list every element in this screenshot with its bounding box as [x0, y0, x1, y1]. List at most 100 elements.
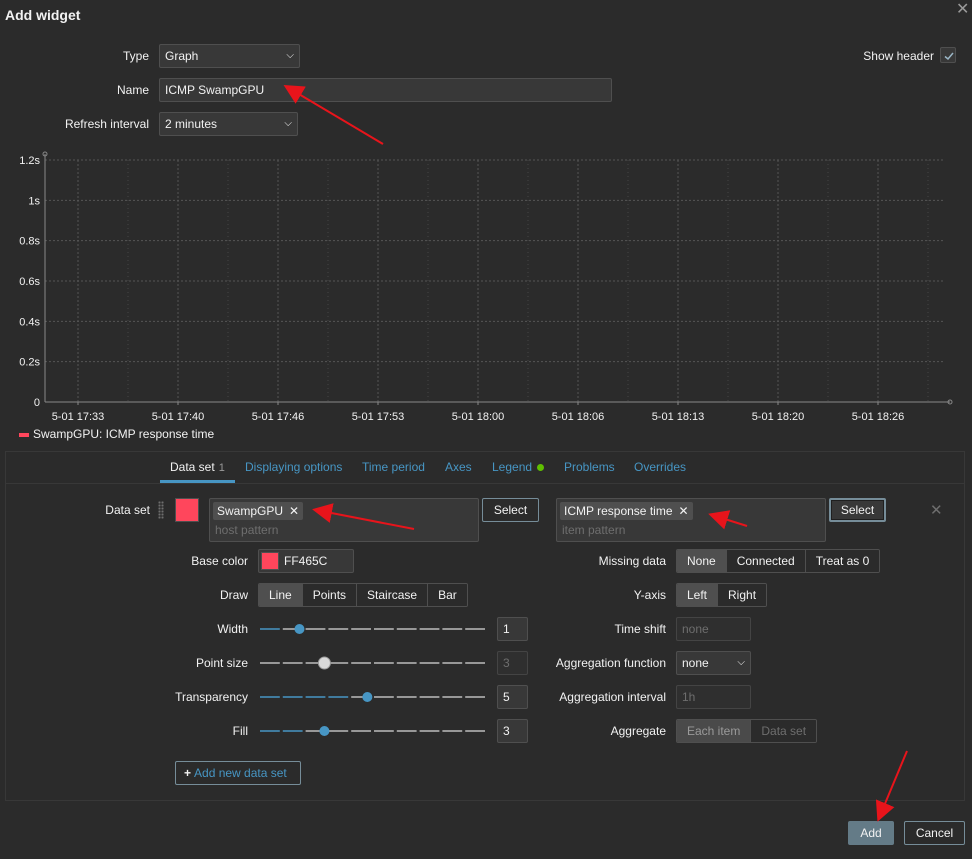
tab-displaying-options[interactable]: Displaying options	[245, 460, 342, 474]
aggregation-interval-input[interactable]: 1h	[676, 685, 751, 709]
aggregation-interval-label: Aggregation interval	[559, 690, 666, 704]
refresh-interval-select[interactable]: 2 minutes ⌵	[159, 112, 298, 136]
remove-dataset-icon[interactable]: ✕	[930, 501, 943, 519]
base-color-label: Base color	[191, 554, 248, 568]
y-tick-label: 0.4s	[19, 316, 40, 328]
host-pattern-placeholder[interactable]: host pattern	[215, 523, 278, 537]
y-tick-label: 0.6s	[19, 276, 40, 288]
draw-label: Draw	[219, 588, 248, 602]
x-tick-label: 5-01 18:00	[452, 411, 505, 423]
y-axis-segmented-control[interactable]: Left Right	[676, 583, 768, 607]
tab-problems[interactable]: Problems	[564, 460, 615, 474]
y-axis-label: Y-axis	[633, 588, 666, 602]
draw-option-points[interactable]: Points	[302, 584, 358, 606]
type-label: Type	[122, 49, 149, 63]
chevron-down-icon: ⌵	[737, 657, 745, 668]
chevron-down-icon: ⌵	[286, 50, 294, 61]
fill-slider[interactable]	[259, 722, 488, 740]
add-button[interactable]: Add	[848, 821, 894, 845]
aggregate-segmented-control[interactable]: Each item Data set	[676, 719, 818, 743]
slider-handle[interactable]	[294, 624, 305, 634]
transparency-input[interactable]: 5	[497, 685, 528, 709]
point-size-input[interactable]: 3	[497, 651, 528, 675]
checkmark-icon	[944, 52, 954, 61]
status-dot-icon	[537, 464, 545, 472]
x-tick-label: 5-01 18:26	[852, 411, 905, 423]
aggregate-option-data-set[interactable]: Data set	[751, 720, 817, 742]
y-axis-option-left[interactable]: Left	[677, 584, 719, 606]
tabs-divider	[6, 483, 964, 484]
draw-segmented-control[interactable]: Line Points Staircase Bar	[258, 583, 468, 607]
tab-overrides[interactable]: Overrides	[634, 460, 686, 474]
graph-preview: 1.2s 1s 0.8s 0.6s 0.4s 0.2s 0 5-01 17:33 5-01 1…	[19, 151, 953, 423]
type-value: Graph	[165, 49, 199, 63]
graph-legend: SwampGPU: ICMP response time	[19, 427, 214, 441]
host-select-button[interactable]: Select	[482, 498, 539, 522]
aggregation-function-value: none	[682, 656, 709, 670]
y-tick-label: 1s	[28, 195, 40, 207]
tab-data-set[interactable]: Data set 1	[170, 460, 225, 474]
aggregation-function-select[interactable]: none ⌵	[676, 651, 751, 675]
y-axis-option-right[interactable]: Right	[718, 584, 767, 606]
type-select[interactable]: Graph ⌵	[159, 44, 300, 68]
host-chip: SwampGPU ✕	[213, 502, 304, 520]
draw-option-staircase[interactable]: Staircase	[357, 584, 429, 606]
slider-handle[interactable]	[317, 656, 331, 670]
x-tick-label: 5-01 18:20	[752, 411, 805, 423]
point-size-slider[interactable]	[259, 654, 488, 672]
item-chip-label: ICMP response time	[564, 504, 673, 518]
tab-axes[interactable]: Axes	[445, 460, 472, 474]
transparency-label: Transparency	[175, 690, 248, 704]
base-color-swatch[interactable]	[261, 552, 279, 570]
x-tick-label: 5-01 17:33	[52, 411, 105, 423]
tab-legend[interactable]: Legend	[492, 460, 545, 474]
missing-data-option-connected[interactable]: Connected	[726, 550, 806, 572]
time-shift-label: Time shift	[614, 622, 666, 636]
dataset-color-picker[interactable]	[175, 498, 199, 522]
drag-handle-icon[interactable]	[158, 501, 164, 519]
add-new-dataset-button[interactable]: + Add new data set	[175, 761, 301, 785]
fill-label: Fill	[232, 724, 248, 738]
item-select-button[interactable]: Select	[829, 498, 886, 522]
name-input[interactable]: ICMP SwampGPU	[159, 78, 612, 102]
item-pattern-placeholder[interactable]: item pattern	[562, 523, 625, 537]
transparency-slider[interactable]	[259, 688, 488, 706]
slider-handle[interactable]	[319, 726, 330, 736]
chevron-down-icon: ⌵	[284, 118, 292, 129]
tab-time-period[interactable]: Time period	[362, 460, 425, 474]
remove-chip-icon[interactable]: ✕	[679, 504, 689, 518]
missing-data-option-treat-as-0[interactable]: Treat as 0	[805, 550, 880, 572]
cancel-button[interactable]: Cancel	[904, 821, 965, 845]
legend-series-name: SwampGPU: ICMP response time	[33, 427, 215, 441]
missing-data-option-none[interactable]: None	[677, 550, 727, 572]
legend-color-swatch	[19, 432, 29, 437]
slider-handle[interactable]	[362, 692, 373, 702]
item-pattern-multiselect[interactable]: ICMP response time ✕ item pattern	[556, 498, 826, 542]
draw-option-line[interactable]: Line	[259, 584, 303, 606]
y-tick-label: 1.2s	[19, 155, 40, 167]
missing-data-segmented-control[interactable]: None Connected Treat as 0	[676, 549, 881, 573]
dataset-label: Data set	[105, 503, 150, 517]
draw-option-bar[interactable]: Bar	[428, 584, 467, 606]
fill-input[interactable]: 3	[497, 719, 528, 743]
width-slider[interactable]	[259, 620, 488, 638]
point-size-label: Point size	[195, 656, 248, 670]
remove-chip-icon[interactable]: ✕	[289, 504, 299, 518]
show-header-checkbox[interactable]	[940, 47, 956, 63]
aggregation-function-label: Aggregation function	[555, 656, 666, 670]
item-chip: ICMP response time ✕	[560, 502, 693, 520]
aggregate-option-each-item[interactable]: Each item	[677, 720, 752, 742]
width-input[interactable]: 1	[497, 617, 528, 641]
tab-label: Legend	[492, 460, 533, 474]
dialog-title: Add widget	[5, 7, 81, 23]
host-pattern-multiselect[interactable]: SwampGPU ✕ host pattern	[209, 498, 479, 542]
y-tick-label: 0.8s	[19, 236, 40, 248]
tab-label: Data set	[170, 460, 215, 474]
x-tick-label: 5-01 18:06	[552, 411, 605, 423]
x-tick-label: 5-01 17:40	[152, 411, 205, 423]
refresh-interval-value: 2 minutes	[165, 117, 218, 131]
time-shift-input[interactable]: none	[676, 617, 751, 641]
close-icon[interactable]: ✕	[956, 0, 969, 19]
y-tick-label: 0.2s	[19, 357, 40, 369]
host-chip-label: SwampGPU	[217, 504, 284, 518]
